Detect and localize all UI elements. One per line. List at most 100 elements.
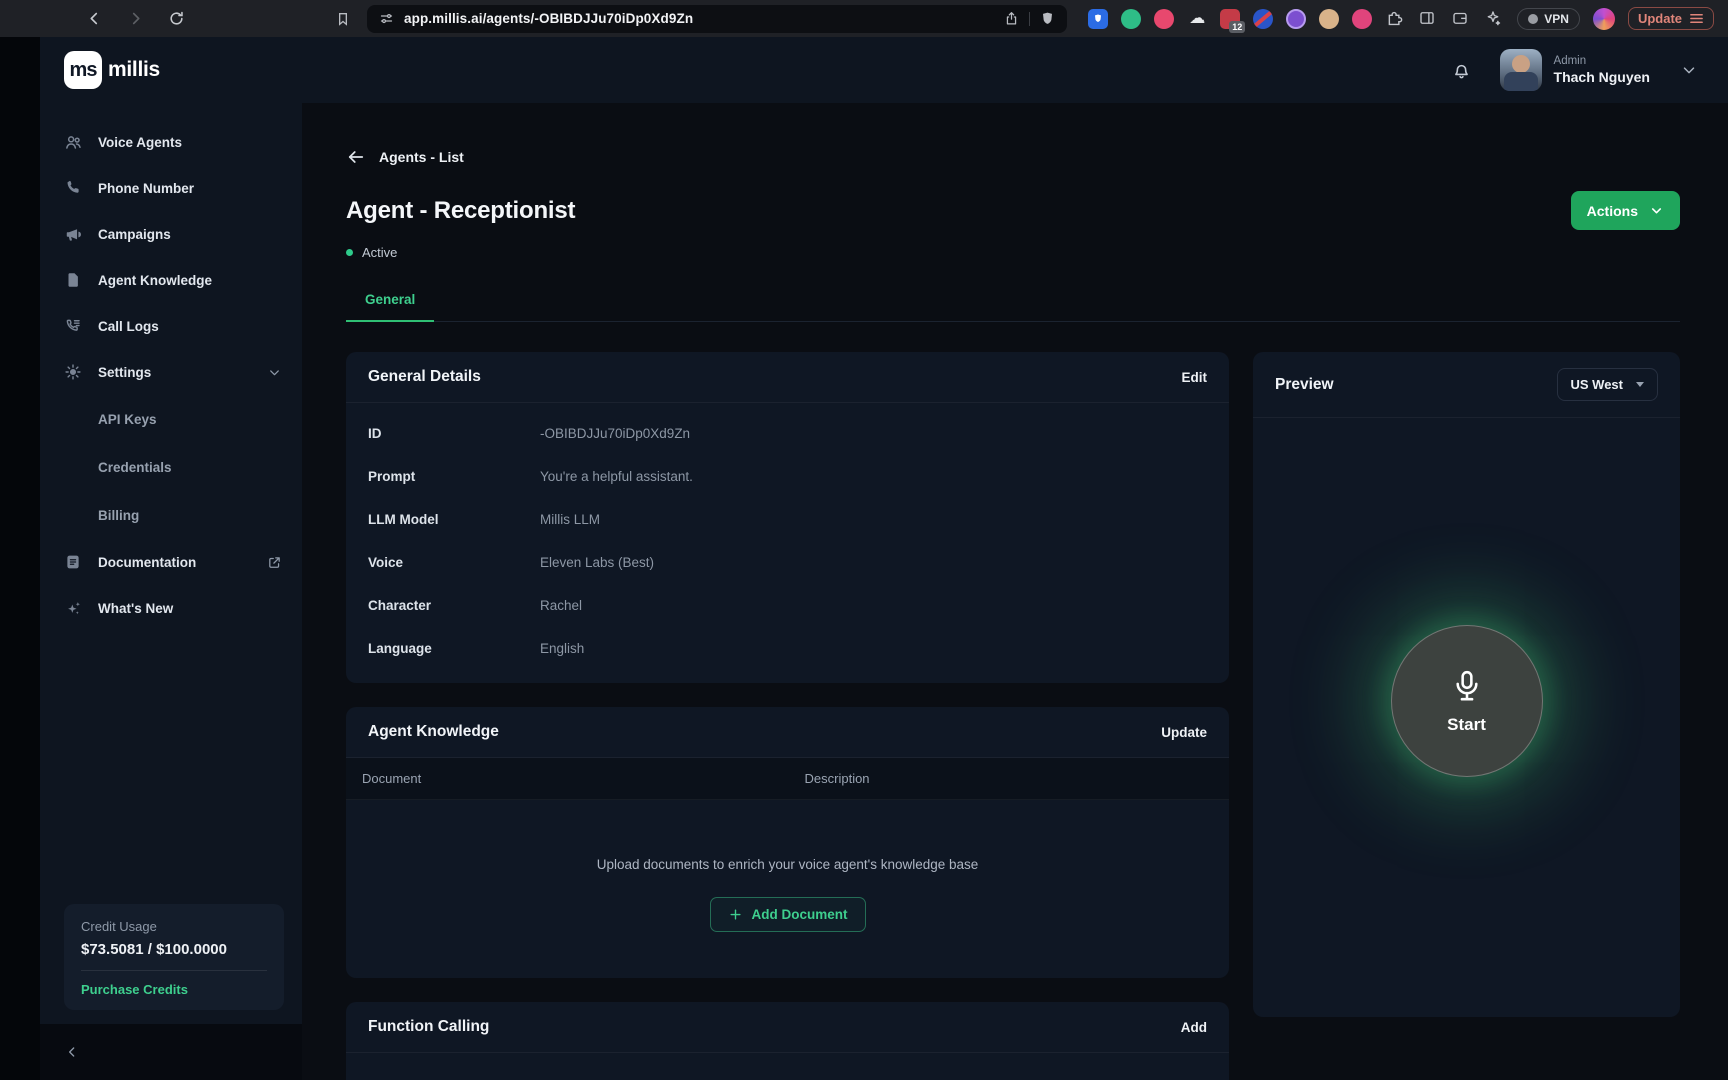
- leo-ai-icon[interactable]: [1484, 9, 1504, 29]
- column-header-document: Document: [362, 771, 805, 786]
- browser-reload-icon[interactable]: [168, 10, 185, 27]
- tab-general[interactable]: General: [346, 282, 434, 322]
- add-document-label: Add Document: [752, 907, 848, 922]
- plus-icon: [728, 907, 743, 922]
- browser-chrome: app.millis.ai/agents/-OBIBDJJu70iDp0Xd9Z…: [0, 0, 1728, 37]
- credit-usage-card: Credit Usage $73.5081 / $100.0000 Purcha…: [64, 904, 284, 1010]
- region-select-value: US West: [1571, 377, 1624, 392]
- back-arrow-icon[interactable]: [346, 147, 366, 167]
- address-bar[interactable]: app.millis.ai/agents/-OBIBDJJu70iDp0Xd9Z…: [367, 5, 1067, 33]
- add-document-button[interactable]: Add Document: [710, 897, 866, 932]
- sidebar-item-label: Voice Agents: [98, 135, 282, 150]
- sidebar-item-documentation[interactable]: Documentation: [40, 539, 302, 585]
- empty-state-text: Upload documents to enrich your voice ag…: [366, 857, 1209, 872]
- status-badge: Active: [346, 245, 1680, 260]
- user-role: Admin: [1554, 55, 1650, 67]
- sidebar-item-agent-knowledge[interactable]: Agent Knowledge: [40, 257, 302, 303]
- browser-profile-avatar[interactable]: [1593, 8, 1615, 30]
- sidebar-item-call-logs[interactable]: Call Logs: [40, 303, 302, 349]
- region-select[interactable]: US West: [1557, 368, 1659, 401]
- detail-label: LLM Model: [368, 512, 540, 527]
- sparkles-icon: [64, 599, 83, 618]
- sidebar-item-phone-number[interactable]: Phone Number: [40, 165, 302, 211]
- notes-icon: [64, 553, 83, 571]
- user-menu-chevron-down-icon[interactable]: [1680, 61, 1698, 79]
- cloud-extension-icon[interactable]: ☁: [1187, 9, 1207, 29]
- users-icon: [64, 133, 83, 152]
- chevron-down-icon: [1649, 203, 1664, 218]
- caret-down-icon: [1636, 382, 1644, 387]
- detail-value: -OBIBDJJu70iDp0Xd9Zn: [540, 426, 690, 441]
- extension-icon[interactable]: [1352, 9, 1372, 29]
- extension-badge: 12: [1229, 21, 1245, 33]
- actions-button[interactable]: Actions: [1571, 191, 1680, 230]
- sidebar-item-label: Call Logs: [98, 319, 282, 334]
- sidebar-footer: [40, 1024, 302, 1080]
- browser-forward-icon[interactable]: [127, 10, 144, 27]
- knowledge-empty-state: Upload documents to enrich your voice ag…: [346, 800, 1229, 978]
- brave-shield-icon[interactable]: [1040, 11, 1055, 26]
- browser-back-icon[interactable]: [86, 10, 103, 27]
- gear-icon: [64, 363, 83, 381]
- sidebar-item-settings[interactable]: Settings: [40, 349, 302, 395]
- collapse-sidebar-icon[interactable]: [64, 1044, 80, 1060]
- notifications-bell-icon[interactable]: [1451, 60, 1472, 81]
- extension-icon[interactable]: [1154, 9, 1174, 29]
- column-header-description: Description: [805, 771, 870, 786]
- bookmark-icon[interactable]: [335, 11, 351, 27]
- sidebar-item-label: Settings: [98, 365, 252, 380]
- detail-row-character: Character Rachel: [346, 584, 1229, 627]
- function-calling-card: Function Calling Add: [346, 1002, 1229, 1080]
- vpn-status-icon: [1528, 14, 1538, 24]
- sidebar-item-whats-new[interactable]: What's New: [40, 585, 302, 631]
- general-details-card: General Details Edit ID -OBIBDJJu70iDp0X…: [346, 352, 1229, 683]
- browser-update-button[interactable]: Update: [1628, 7, 1714, 30]
- chevron-down-icon: [267, 365, 282, 380]
- wallet-icon[interactable]: [1451, 9, 1471, 29]
- detail-row-prompt: Prompt You're a helpful assistant.: [346, 455, 1229, 498]
- extension-icon[interactable]: 12: [1220, 9, 1240, 29]
- sidebar-item-label: What's New: [98, 601, 282, 616]
- extension-icon[interactable]: [1121, 9, 1141, 29]
- purchase-credits-link[interactable]: Purchase Credits: [81, 982, 267, 997]
- sidebar-subitem-label: Billing: [98, 508, 139, 523]
- app-header: ms millis Admin Thach Nguyen: [40, 37, 1728, 103]
- megaphone-icon: [64, 225, 83, 244]
- blocker-extension-icon[interactable]: [1253, 9, 1273, 29]
- extensions-puzzle-icon[interactable]: [1385, 9, 1405, 29]
- site-settings-icon[interactable]: [379, 11, 394, 26]
- vpn-button[interactable]: VPN: [1517, 8, 1580, 30]
- card-title: Preview: [1275, 376, 1334, 394]
- detail-label: Voice: [368, 555, 540, 570]
- logo-text: millis: [108, 58, 160, 82]
- sidebar-item-campaigns[interactable]: Campaigns: [40, 211, 302, 257]
- agent-knowledge-card: Agent Knowledge Update Document Descript…: [346, 707, 1229, 978]
- detail-value: You're a helpful assistant.: [540, 469, 693, 484]
- detail-label: Prompt: [368, 469, 540, 484]
- sidebar-item-billing[interactable]: Billing: [40, 491, 302, 539]
- detail-row-llm-model: LLM Model Millis LLM: [346, 498, 1229, 541]
- password-manager-extension-icon[interactable]: [1088, 9, 1108, 29]
- extension-icon[interactable]: [1286, 9, 1306, 29]
- start-call-button[interactable]: Start: [1391, 625, 1543, 777]
- millis-logo[interactable]: ms millis: [64, 51, 160, 89]
- share-icon[interactable]: [1004, 11, 1019, 26]
- update-button[interactable]: Update: [1161, 725, 1207, 740]
- extension-icon[interactable]: [1319, 9, 1339, 29]
- detail-value: Millis LLM: [540, 512, 600, 527]
- card-title: Agent Knowledge: [368, 723, 499, 741]
- external-link-icon: [267, 555, 282, 570]
- sidebar-toggle-icon[interactable]: [1418, 9, 1438, 29]
- sidebar-item-voice-agents[interactable]: Voice Agents: [40, 119, 302, 165]
- sidebar-subitem-label: API Keys: [98, 412, 157, 427]
- edit-button[interactable]: Edit: [1182, 370, 1208, 385]
- sidebar-item-api-keys[interactable]: API Keys: [40, 395, 302, 443]
- sidebar-item-label: Documentation: [98, 555, 252, 570]
- sidebar-item-credentials[interactable]: Credentials: [40, 443, 302, 491]
- add-button[interactable]: Add: [1181, 1020, 1207, 1035]
- detail-value: Eleven Labs (Best): [540, 555, 654, 570]
- preview-card: Preview US West Start: [1253, 352, 1680, 1017]
- detail-value: English: [540, 641, 584, 656]
- breadcrumb-label[interactable]: Agents - List: [379, 149, 464, 165]
- user-avatar[interactable]: [1500, 49, 1542, 91]
